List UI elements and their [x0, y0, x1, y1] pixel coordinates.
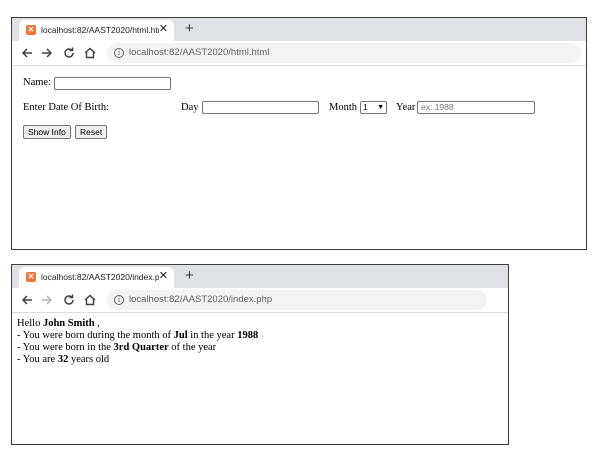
month-select[interactable]: 1 ▼ [360, 101, 387, 114]
info-icon[interactable]: i [114, 295, 124, 305]
name-input[interactable] [54, 77, 171, 90]
home-icon[interactable] [83, 293, 97, 307]
birth-year: 1988 [237, 330, 259, 341]
greeting-prefix: Hello [17, 318, 41, 329]
info-icon[interactable]: i [114, 48, 124, 58]
birth-year-prefix: in the year [190, 330, 235, 341]
browser-tab[interactable]: ✕ localhost:82/AAST2020/html.htm ✕ [19, 20, 174, 41]
tab-title: localhost:82/AAST2020/html.htm [41, 25, 159, 35]
browser-toolbar: i localhost:82/AAST2020/index.php [12, 288, 508, 313]
greeting-line: Hello John Smith , [17, 318, 100, 330]
forward-arrow-icon[interactable] [40, 46, 54, 60]
tab-strip: ✕ localhost:82/AAST2020/index.php ✕ + [12, 265, 508, 288]
page-content: Hello John Smith , - You were born durin… [12, 313, 508, 444]
age-prefix: - You are [17, 354, 56, 365]
reset-button[interactable]: Reset [75, 125, 108, 139]
dob-label: Enter Date Of Birth: [23, 102, 110, 113]
new-tab-plus-icon[interactable]: + [185, 20, 194, 38]
year-input[interactable]: ex: 1988 [417, 101, 535, 114]
back-arrow-icon[interactable] [20, 293, 34, 307]
quarter-prefix: - You were born in the [17, 342, 111, 353]
show-info-button[interactable]: Show Info [23, 125, 71, 139]
quarter-suffix: of the year [171, 342, 217, 353]
tab-title: localhost:82/AAST2020/index.php [41, 272, 159, 282]
reload-icon[interactable] [62, 46, 76, 60]
user-name: John Smith [42, 318, 95, 329]
close-icon[interactable]: ✕ [159, 270, 168, 283]
address-bar[interactable]: i localhost:82/AAST2020/html.html [107, 43, 581, 63]
browser-window-result: ✕ localhost:82/AAST2020/index.php ✕ + i … [11, 264, 509, 445]
day-label: Day [181, 102, 199, 113]
greeting-suffix: , [97, 318, 100, 329]
age-suffix: years old [70, 354, 110, 365]
close-icon[interactable]: ✕ [159, 23, 168, 36]
birth-quarter: 3rd Quarter [113, 342, 169, 353]
browser-toolbar: i localhost:82/AAST2020/html.html [12, 41, 586, 66]
quarter-line: - You were born in the 3rd Quarter of th… [17, 342, 216, 354]
chevron-down-icon: ▼ [377, 104, 384, 111]
birth-month-prefix: - You were born during the month of [17, 330, 171, 341]
month-label: Month [329, 102, 358, 113]
browser-tab[interactable]: ✕ localhost:82/AAST2020/index.php ✕ [19, 267, 174, 288]
birth-month: Jul [173, 330, 188, 341]
age-value: 32 [57, 354, 69, 365]
back-arrow-icon[interactable] [20, 46, 34, 60]
new-tab-plus-icon[interactable]: + [185, 267, 194, 285]
day-input[interactable] [202, 101, 319, 114]
page-content: Name: Enter Date Of Birth: Day Month 1 ▼… [12, 66, 586, 249]
url-text: localhost:82/AAST2020/index.php [129, 294, 273, 305]
url-text: localhost:82/AAST2020/html.html [129, 47, 270, 58]
age-line: - You are 32 years old [17, 354, 109, 366]
month-selected-value: 1 [363, 102, 368, 112]
birth-month-line: - You were born during the month of Jul … [17, 330, 258, 342]
tab-strip: ✕ localhost:82/AAST2020/html.htm ✕ + [12, 18, 586, 41]
address-bar[interactable]: i localhost:82/AAST2020/index.php [107, 290, 487, 310]
home-icon[interactable] [83, 46, 97, 60]
xampp-favicon-icon: ✕ [26, 272, 36, 282]
year-label: Year [396, 102, 416, 113]
reload-icon[interactable] [62, 293, 76, 307]
name-label: Name: [23, 77, 51, 88]
forward-arrow-icon[interactable] [40, 293, 54, 307]
xampp-favicon-icon: ✕ [26, 25, 36, 35]
browser-window-form: ✕ localhost:82/AAST2020/html.htm ✕ + i l… [11, 17, 587, 250]
